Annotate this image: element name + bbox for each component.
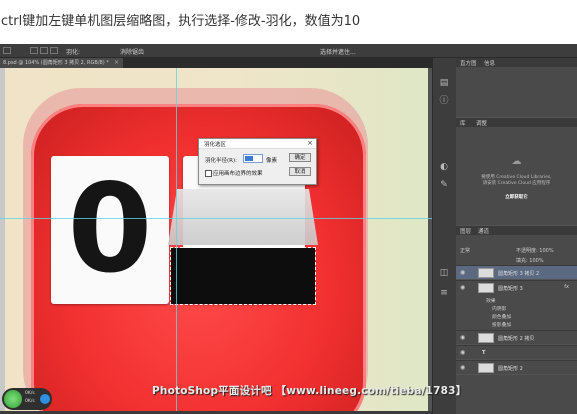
document-canvas[interactable]: 0 <box>5 68 428 411</box>
layer-thumbnail[interactable] <box>478 283 494 293</box>
radius-unit: 像素 <box>266 158 278 164</box>
get-it-now-button[interactable]: 立即获取它 <box>456 195 577 201</box>
marquee-tool-icon[interactable] <box>3 47 11 54</box>
layer-effects-list: 效果 内阴影 颜色叠加 投影叠加 <box>456 296 577 330</box>
histogram-panel <box>456 67 577 117</box>
fx-icon[interactable]: fx <box>564 284 569 290</box>
feather-label: 羽化: <box>66 49 81 56</box>
visibility-eye-icon[interactable]: ◉ <box>460 334 465 341</box>
layer-name: 圆角矩形 3 <box>498 286 523 292</box>
badge-toggle-icon[interactable] <box>40 394 50 404</box>
library-message-line2: 请安装 Creative Cloud 应用程序 <box>482 181 551 186</box>
tutorial-caption: ctrl键加左键单机图层缩略图，执行选择-修改-羽化，数值为10 <box>0 0 577 44</box>
tab-layers[interactable]: 图层 <box>460 227 471 235</box>
antialias-label[interactable]: 消除锯齿 <box>120 47 144 56</box>
feather-radius-input[interactable] <box>243 154 263 163</box>
effects-label: 效果 <box>486 299 496 304</box>
layer-name: 圆角矩形 2 <box>498 366 523 372</box>
text-layer-icon: T <box>482 350 486 356</box>
effect-drop-overlay[interactable]: 投影叠加 <box>492 321 511 328</box>
layer-row[interactable]: ◉ 圆角矩形 2 <box>456 360 577 374</box>
layers-tabs: 图层 通道 <box>456 226 577 235</box>
layer-name: 圆角矩形 2 拷贝 <box>498 336 535 342</box>
layers-options: 正常 不透明度: 100% 填充: 100% <box>456 235 577 265</box>
ok-button[interactable]: 确定 <box>289 153 311 162</box>
info-icon[interactable]: ⓘ <box>439 96 449 106</box>
layer-thumbnail[interactable] <box>478 268 494 278</box>
adjust-icon[interactable]: ◐ <box>439 162 449 172</box>
layer-name: 圆角矩形 3 拷贝 2 <box>498 271 540 277</box>
panel-icon-strip: ▤ ⓘ ◐ ✎ ◫ ≡ <box>432 58 456 414</box>
marching-ants-selection <box>170 247 316 305</box>
dialog-close-icon[interactable]: × <box>307 139 313 147</box>
dialog-title: 羽化选区 <box>204 142 227 148</box>
layer-row[interactable]: ◉ 圆角矩形 3 fx <box>456 280 577 296</box>
select-mask-button[interactable]: 选择并遮住... <box>320 47 356 56</box>
apply-canvas-bounds-label: 应用画布边界的效果 <box>213 171 263 177</box>
document-tab-bar: 8.psd @ 104% (圆角矩形 3 拷贝 2, RGB/8) * × <box>0 58 432 68</box>
right-panels: 直方图 信息 库 调整 ☁ 要使用 Creative Cloud Librari… <box>456 58 577 414</box>
visibility-eye-icon[interactable]: ◉ <box>460 284 465 291</box>
flip-flap <box>168 189 318 245</box>
layers-icon[interactable]: ◫ <box>439 268 449 278</box>
layer-row[interactable]: ◉ T <box>456 345 577 359</box>
tab-histogram[interactable]: 直方图 <box>460 59 477 67</box>
download-speed: 0K/s <box>25 399 35 404</box>
layer-row[interactable]: ◉ 圆角矩形 2 拷贝 <box>456 330 577 344</box>
close-tab-icon[interactable]: × <box>114 58 119 68</box>
add-selection-icon[interactable] <box>40 47 48 54</box>
upload-speed: 0K/s <box>25 391 35 396</box>
document-tab[interactable]: 8.psd @ 104% (圆角矩形 3 拷贝 2, RGB/8) * <box>0 58 123 68</box>
effect-color-overlay[interactable]: 颜色叠加 <box>492 313 511 320</box>
creative-cloud-icon: ☁ <box>511 156 522 167</box>
visibility-eye-icon[interactable]: ◉ <box>460 349 465 356</box>
tab-info[interactable]: 信息 <box>484 59 495 67</box>
vertical-guide[interactable] <box>176 68 177 411</box>
channels-icon[interactable]: ≡ <box>439 288 449 298</box>
fill-field[interactable]: 填充: 100% <box>516 257 544 264</box>
subtract-selection-icon[interactable] <box>50 47 58 54</box>
options-bar: 羽化: 消除锯齿 选择并遮住... <box>0 44 577 58</box>
speed-ball-icon <box>4 390 22 408</box>
watermark: PhotoShop平面设计吧 【www.lineeg.com/tieba/178… <box>152 385 467 397</box>
apply-canvas-bounds-checkbox[interactable] <box>205 170 212 177</box>
library-tabs: 库 调整 <box>456 118 577 127</box>
tab-libraries[interactable]: 库 <box>460 119 466 127</box>
digit-zero: 0 <box>67 158 153 300</box>
blend-mode-select[interactable]: 正常 <box>460 247 470 254</box>
radius-value-highlight <box>245 156 253 161</box>
history-icon[interactable]: ▤ <box>439 78 449 88</box>
tab-channels[interactable]: 通道 <box>478 227 489 235</box>
new-selection-icon[interactable] <box>30 47 38 54</box>
brush-icon[interactable]: ✎ <box>439 180 449 190</box>
histogram-tabs: 直方图 信息 <box>456 58 577 67</box>
dialog-titlebar[interactable]: 羽化选区 × <box>199 139 316 149</box>
feather-radius-label: 羽化半径(R): <box>205 158 237 164</box>
cancel-button[interactable]: 取消 <box>289 167 311 176</box>
libraries-panel: ☁ 要使用 Creative Cloud Libraries, 请安装 Crea… <box>456 127 577 225</box>
layer-thumbnail[interactable] <box>478 363 494 373</box>
tab-adjustments[interactable]: 调整 <box>476 119 487 127</box>
photoshop-window: 羽化: 消除锯齿 选择并遮住... 8.psd @ 104% (圆角矩形 3 拷… <box>0 44 577 414</box>
opacity-field[interactable]: 不透明度: 100% <box>516 247 554 254</box>
effect-inner-shadow[interactable]: 内阴影 <box>492 305 506 312</box>
visibility-eye-icon[interactable]: ◉ <box>460 364 465 371</box>
feather-selection-dialog: 羽化选区 × 羽化半径(R): 像素 应用画布边界的效果 确定 取消 <box>198 138 317 185</box>
visibility-eye-icon[interactable]: ◉ <box>460 269 465 276</box>
layer-row[interactable]: ◉ 圆角矩形 3 拷贝 2 <box>456 265 577 279</box>
network-speed-badge[interactable]: 0K/s 0K/s <box>2 388 52 410</box>
layer-thumbnail[interactable] <box>478 333 494 343</box>
layers-panel-rest <box>456 375 577 414</box>
